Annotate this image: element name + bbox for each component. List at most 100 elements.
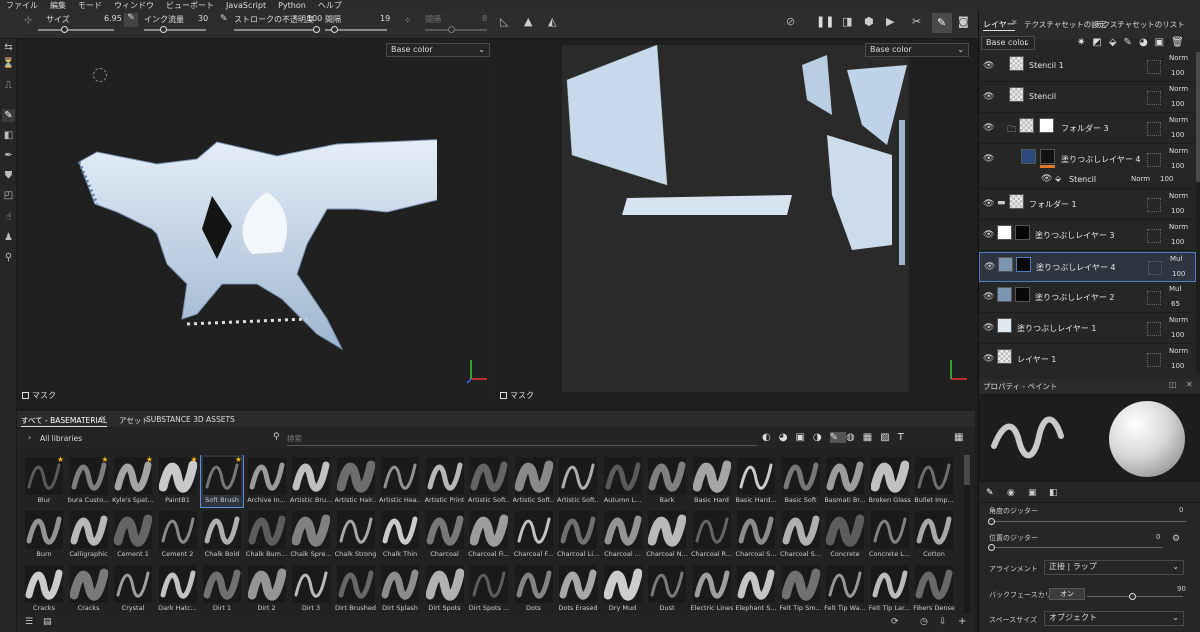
tab-all-basematerial[interactable]: すべて - BASEMATERIAL xyxy=(21,415,107,427)
jitter-slider-knob[interactable] xyxy=(448,26,455,33)
viewport-3d-mask[interactable]: マスク xyxy=(22,390,56,401)
position-jitter-slider[interactable] xyxy=(991,547,1163,548)
brush-item[interactable]: Charcoal R... xyxy=(691,509,733,561)
tab-layers[interactable]: レイヤー xyxy=(983,19,1015,31)
menu-mode[interactable]: モード xyxy=(72,0,108,11)
layer-opacity[interactable]: 100 xyxy=(1171,238,1184,246)
brush-item[interactable]: Basic Hard xyxy=(691,455,733,507)
environment-filter-icon[interactable]: ▦ xyxy=(863,432,880,443)
layer-row[interactable]: 👁 塗りつぶしレイヤー 4 Norm 100 xyxy=(979,145,1196,171)
brush-item[interactable]: Artistic Soft... xyxy=(513,455,555,507)
brush-item[interactable]: Artistic Hair... xyxy=(335,455,377,507)
brush-item[interactable]: ★ Blur xyxy=(23,455,65,507)
settings-icon[interactable]: ⚙ xyxy=(1172,534,1180,544)
brush-item[interactable]: Artistic Hea... xyxy=(379,455,421,507)
position-jitter-knob[interactable] xyxy=(988,544,995,551)
brush-item[interactable]: Dirt Spots xyxy=(424,563,466,615)
brush-item[interactable]: Autumn L... xyxy=(602,455,644,507)
clone-icon[interactable]: ♟ xyxy=(2,231,15,244)
eye-icon[interactable]: 👁 xyxy=(984,262,995,272)
brush-item[interactable]: Calligraphic xyxy=(68,509,110,561)
favorite-star-icon[interactable]: ★ xyxy=(235,455,242,464)
eraser-icon[interactable]: ◧ xyxy=(2,129,15,142)
tab-assets[interactable]: アセット xyxy=(119,415,149,426)
brush-item[interactable]: Archive In... xyxy=(246,455,288,507)
font-filter-icon[interactable]: T xyxy=(898,432,912,443)
paint-tool-button[interactable]: ✎ xyxy=(932,13,952,33)
stencil-tab-icon[interactable]: ▣ xyxy=(1028,488,1037,498)
folder-icon[interactable]: ▬ xyxy=(997,198,1006,208)
paint-icon[interactable]: ✎ xyxy=(2,109,15,122)
brush-item[interactable]: Dirt Brushed xyxy=(335,563,377,615)
chevron-right-icon[interactable]: › xyxy=(28,433,31,442)
brush-item[interactable]: Artistic Soft... xyxy=(468,455,510,507)
brush-item[interactable]: ★ Kyle's Spat... xyxy=(112,455,154,507)
layer-opacity[interactable]: 100 xyxy=(1172,270,1185,278)
stroke-opacity-slider-knob[interactable] xyxy=(313,26,320,33)
backface-culling-knob[interactable] xyxy=(1129,593,1136,600)
layers-scrollbar[interactable] xyxy=(1196,52,1200,374)
spacing-slider-knob[interactable] xyxy=(331,26,338,33)
brush-item[interactable]: Dry Mud xyxy=(602,563,644,615)
layer-opacity[interactable]: 100 xyxy=(1171,331,1184,339)
layer-row[interactable]: 👁 塗りつぶしレイヤー 2 Mul 65 xyxy=(979,283,1196,313)
layer-blend-mode[interactable]: Norm xyxy=(1169,147,1188,155)
eye-icon[interactable]: 👁 xyxy=(983,123,994,133)
flow-slider[interactable] xyxy=(144,29,206,31)
folder-open-icon[interactable]: 🗀 xyxy=(1007,122,1016,138)
material-filter-icon[interactable]: ◐ xyxy=(762,432,779,443)
brush-item[interactable]: Dirt 1 xyxy=(201,563,243,615)
brush-item[interactable]: Burn xyxy=(23,509,65,561)
layer-row[interactable]: 👁 塗りつぶしレイヤー 1 Norm 100 xyxy=(979,314,1196,344)
layer-blend-mode[interactable]: Mul xyxy=(1169,285,1181,293)
brush-item[interactable]: Cracks xyxy=(68,563,110,615)
jitter-slider[interactable] xyxy=(425,29,487,31)
brush-item[interactable]: Chalk Bold xyxy=(201,509,243,561)
eye-icon[interactable]: 👁 xyxy=(983,323,994,333)
menu-window[interactable]: ウィンドウ xyxy=(108,0,160,11)
favorite-star-icon[interactable]: ★ xyxy=(57,455,64,464)
viewport-2d[interactable]: Base color ⌄ マスク xyxy=(497,39,975,400)
layer-row[interactable]: 👁 レイヤー 1 Norm 100 xyxy=(979,345,1196,374)
eye-icon[interactable]: 👁 xyxy=(983,154,994,164)
polygon-fill-icon[interactable]: ◰ xyxy=(2,189,15,202)
angle-jitter-slider[interactable] xyxy=(991,521,1186,522)
menu-viewport[interactable]: ビューポート xyxy=(160,0,220,11)
brush-item[interactable]: Bark xyxy=(646,455,688,507)
brush-item[interactable]: Charcoal S... xyxy=(780,509,822,561)
eye-icon[interactable]: 👁 xyxy=(983,230,994,240)
layer-row[interactable]: 👁 塗りつぶしレイヤー 3 Norm 100 xyxy=(979,221,1196,251)
brush-item[interactable]: ★ Soft Brush xyxy=(200,455,244,508)
import-icon[interactable]: ⇩ xyxy=(939,617,947,627)
brush-item[interactable]: Charcoal F... xyxy=(513,509,555,561)
perspective-icon[interactable]: ◺ xyxy=(500,15,508,28)
brush-item[interactable]: Fibers Dense xyxy=(913,563,955,615)
layers-channel-select[interactable]: Base color ⌄ xyxy=(981,36,1035,50)
eye-icon[interactable]: 👁 xyxy=(983,292,994,302)
add-icon[interactable]: + xyxy=(958,616,966,627)
browser-scrollbar[interactable] xyxy=(964,455,970,615)
layer-opacity[interactable]: 100 xyxy=(1171,207,1184,215)
brush-item[interactable]: Dirt 3 xyxy=(290,563,332,615)
layer-opacity[interactable]: 100 xyxy=(1160,175,1173,183)
camera-video-icon[interactable]: ▶ xyxy=(886,15,894,28)
mirror-tool-icon[interactable]: ⎍ xyxy=(2,79,15,92)
brush-item[interactable]: Chalk Spre... xyxy=(290,509,332,561)
brush-item[interactable]: ★ PaintB1 xyxy=(157,455,199,507)
alpha-filter-icon[interactable]: ◍ xyxy=(846,432,863,443)
size-slider[interactable] xyxy=(38,29,114,31)
layer-row[interactable]: 👁 Stencil Norm 100 xyxy=(979,83,1196,113)
layer-row-selected[interactable]: 👁 塗りつぶしレイヤー 4 Mul 100 xyxy=(979,252,1196,282)
tab-texture-set-settings[interactable]: テクスチャセットの設定 xyxy=(1024,19,1106,30)
brush-item[interactable]: ★ bura Custo... xyxy=(68,455,110,507)
search-input[interactable] xyxy=(287,432,757,446)
brush-item[interactable]: Dirt Spots ... xyxy=(468,563,510,615)
brush-item[interactable]: Cotton xyxy=(913,509,955,561)
eye-icon[interactable]: 👁 xyxy=(983,199,994,209)
history-icon[interactable]: ◷ xyxy=(920,617,928,627)
effects-icon[interactable]: ✷ xyxy=(1077,37,1092,48)
brush-item[interactable]: Dirt 2 xyxy=(246,563,288,615)
brush-item[interactable]: Dirt Splash xyxy=(379,563,421,615)
brush-item[interactable]: Concrete xyxy=(824,509,866,561)
pause-icon[interactable]: ❚❚ xyxy=(816,15,834,28)
